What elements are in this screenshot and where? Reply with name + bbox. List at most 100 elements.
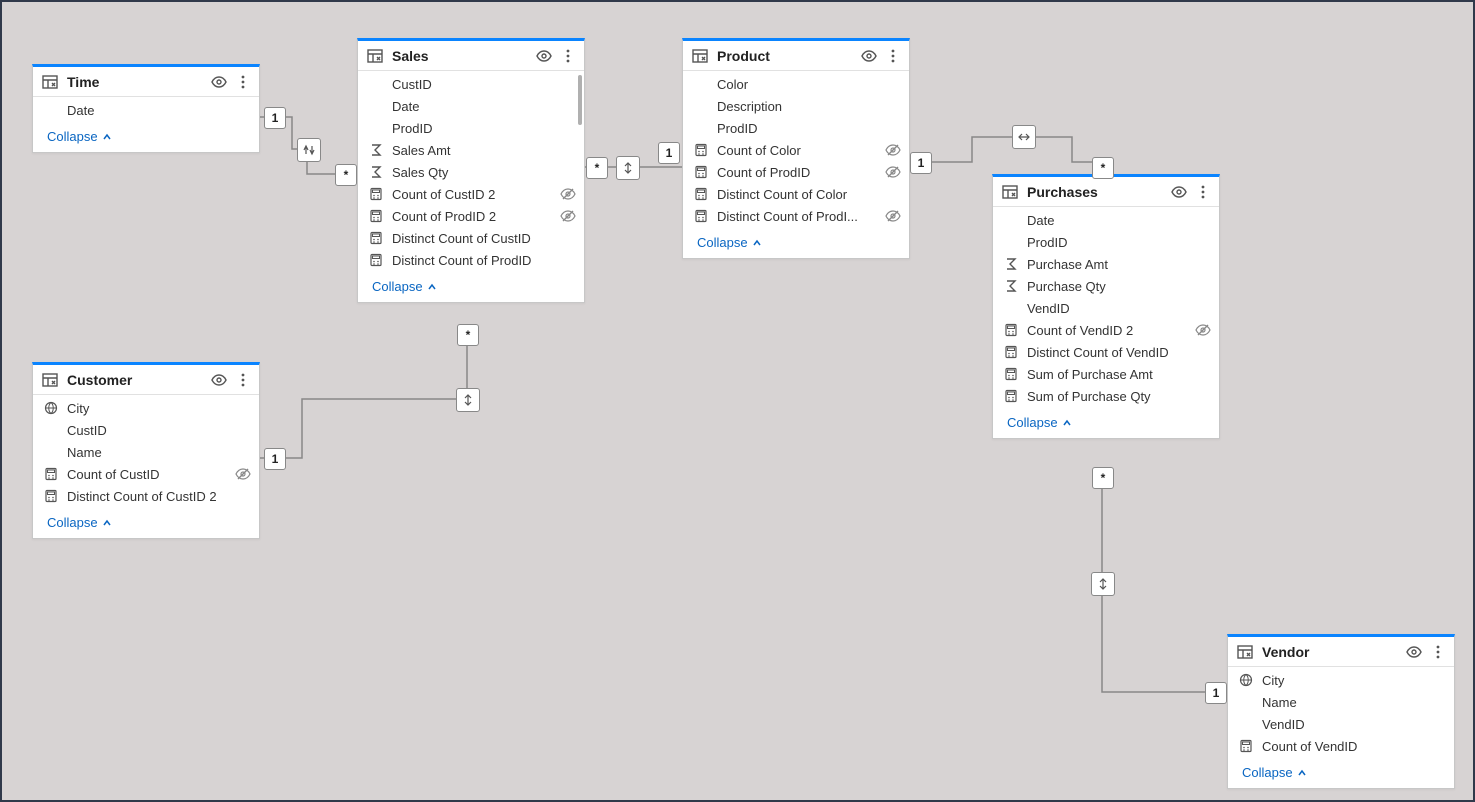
table-purchases[interactable]: Purchases DateProdIDPurchase Amt Purchase… [992,174,1220,439]
table-customer[interactable]: Customer CityCustID Name Count of CustID Di… [32,362,260,539]
field-label: Distinct Count of VendID [1027,345,1211,360]
field-row[interactable]: Distinct Count of ProdI... [683,205,909,227]
field-row[interactable]: Sales Amt [358,139,584,161]
table-header[interactable]: Sales [358,41,584,71]
sigma-icon [1003,256,1019,272]
field-row[interactable]: ProdID [683,117,909,139]
field-row[interactable]: CustID [358,73,584,95]
collapse-button[interactable]: Collapse [33,509,259,538]
more-icon[interactable] [885,48,901,64]
calculator-icon [693,142,709,158]
collapse-button[interactable]: Collapse [33,123,259,152]
field-row[interactable]: Sum of Purchase Qty [993,385,1219,407]
blank-icon [693,76,709,92]
field-row[interactable]: Distinct Count of CustID 2 [33,485,259,507]
table-time[interactable]: Time Date Collapse [32,64,260,153]
field-row[interactable]: Distinct Count of ProdID [358,249,584,271]
field-row[interactable]: Distinct Count of VendID [993,341,1219,363]
field-row[interactable]: Count of VendID 2 [993,319,1219,341]
filter-direction-icon [616,156,640,180]
table-sales[interactable]: Sales CustIDDate ProdID Sales AmtSales Qty… [357,38,585,303]
table-header[interactable]: Vendor [1228,637,1454,667]
field-row[interactable]: Count of ProdID [683,161,909,183]
field-label: Name [67,445,251,460]
collapse-button[interactable]: Collapse [1228,759,1454,788]
more-icon[interactable] [1430,644,1446,660]
field-row[interactable]: City [33,397,259,419]
eye-icon[interactable] [861,48,877,64]
field-row[interactable]: Name [33,441,259,463]
collapse-button[interactable]: Collapse [683,229,909,258]
field-row[interactable]: ProdID [993,231,1219,253]
table-header[interactable]: Customer [33,365,259,395]
table-header[interactable]: Time [33,67,259,97]
blank-icon [368,76,384,92]
filter-direction-icon [456,388,480,412]
cardinality-one: 1 [658,142,680,164]
more-icon[interactable] [235,74,251,90]
calculator-icon [368,186,384,202]
field-row[interactable]: Count of ProdID 2 [358,205,584,227]
calculator-icon [693,186,709,202]
field-label: Distinct Count of CustID [392,231,576,246]
cardinality-one: 1 [264,107,286,129]
collapse-button[interactable]: Collapse [993,409,1219,438]
more-icon[interactable] [560,48,576,64]
field-row[interactable]: Count of Color [683,139,909,161]
eye-icon[interactable] [1406,644,1422,660]
table-product[interactable]: Product ColorDescriptionProdIDCount of C… [682,38,910,259]
field-label: ProdID [392,121,576,136]
eye-icon[interactable] [211,74,227,90]
table-header[interactable]: Purchases [993,177,1219,207]
field-row[interactable]: ProdID [358,117,584,139]
field-label: Distinct Count of CustID 2 [67,489,251,504]
collapse-button[interactable]: Collapse [358,273,584,302]
more-icon[interactable] [1195,184,1211,200]
field-row[interactable]: VendID [1228,713,1454,735]
field-row[interactable]: Distinct Count of Color [683,183,909,205]
field-label: Count of VendID 2 [1027,323,1195,338]
field-label: Distinct Count of ProdI... [717,209,885,224]
filter-direction-icon [1091,572,1115,596]
field-row[interactable]: VendID [993,297,1219,319]
blank-icon [693,120,709,136]
table-title: Customer [67,372,211,388]
table-vendor[interactable]: Vendor CityNameVendIDCount of VendID Col… [1227,634,1455,789]
field-row[interactable]: Count of CustID 2 [358,183,584,205]
table-title: Product [717,48,861,64]
field-row[interactable]: CustID [33,419,259,441]
field-row[interactable]: Description [683,95,909,117]
field-row[interactable]: Count of VendID [1228,735,1454,757]
field-row[interactable]: Purchase Amt [993,253,1219,275]
field-row[interactable]: Color [683,73,909,95]
field-row[interactable]: Distinct Count of CustID [358,227,584,249]
hidden-icon [885,164,901,180]
field-row[interactable]: Date [993,209,1219,231]
field-label: Purchase Qty [1027,279,1211,294]
field-row[interactable]: Name [1228,691,1454,713]
calculator-icon [368,208,384,224]
field-row[interactable]: City [1228,669,1454,691]
field-row[interactable]: Count of CustID [33,463,259,485]
cardinality-many: * [457,324,479,346]
field-row[interactable]: Sales Qty [358,161,584,183]
table-title: Vendor [1262,644,1406,660]
field-row[interactable]: Date [33,99,259,121]
eye-icon[interactable] [536,48,552,64]
field-row[interactable]: Date [358,95,584,117]
sigma-icon [368,142,384,158]
scrollbar[interactable] [578,75,582,125]
eye-icon[interactable] [211,372,227,388]
hidden-icon [885,208,901,224]
field-label: VendID [1027,301,1211,316]
eye-icon[interactable] [1171,184,1187,200]
field-label: Distinct Count of Color [717,187,901,202]
table-header[interactable]: Product [683,41,909,71]
field-row[interactable]: Purchase Qty [993,275,1219,297]
field-row[interactable]: Sum of Purchase Amt [993,363,1219,385]
calculator-icon [43,466,59,482]
more-icon[interactable] [235,372,251,388]
blank-icon [43,102,59,118]
filter-direction-icon [297,138,321,162]
model-view-canvas[interactable]: 1 * * 1 1 * 1 * * 1 Time Date Collapse S… [0,0,1475,802]
